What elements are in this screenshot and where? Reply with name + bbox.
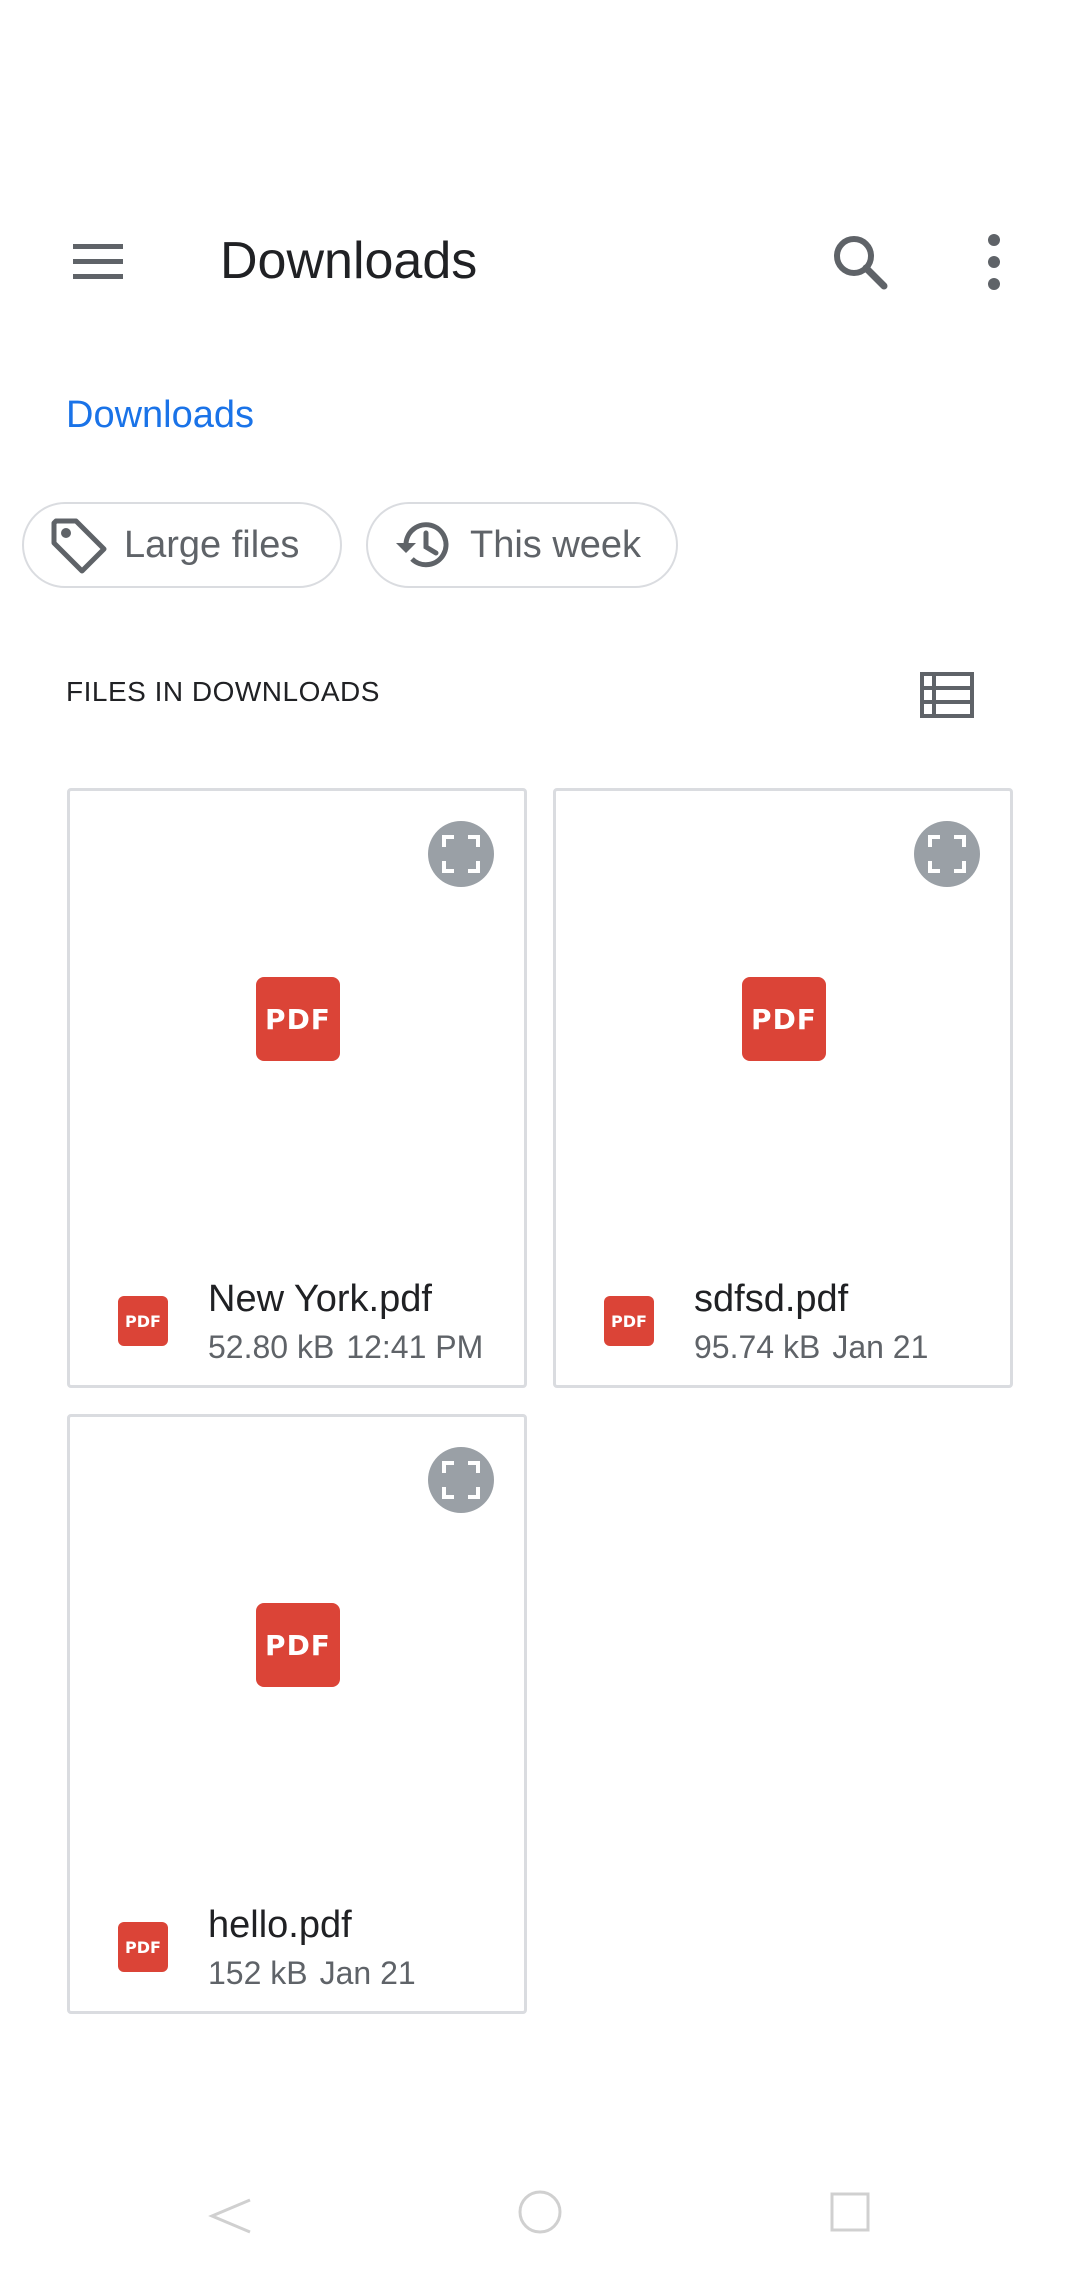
pdf-file-icon: PDF: [604, 1296, 654, 1346]
file-card[interactable]: PDF PDF hello.pdf 152 kB Jan 21: [67, 1414, 527, 2014]
menu-icon: [73, 244, 123, 279]
list-view-toggle[interactable]: [912, 660, 982, 730]
file-date: Jan 21: [832, 1329, 929, 1365]
search-button[interactable]: [820, 222, 900, 302]
chip-this-week[interactable]: This week: [366, 502, 678, 588]
file-size: 152 kB: [208, 1955, 308, 1991]
chip-large-files[interactable]: Large files: [22, 502, 342, 588]
history-icon: [396, 522, 449, 568]
pdf-file-icon: PDF: [118, 1296, 168, 1346]
more-vert-icon: [988, 234, 1000, 290]
file-meta: 52.80 kB 12:41 PM: [208, 1327, 483, 1367]
pdf-preview-icon: PDF: [256, 977, 340, 1061]
nav-recents-button[interactable]: [820, 2190, 880, 2240]
list-view-icon: [920, 672, 974, 718]
file-date: Jan 21: [319, 1955, 416, 1991]
expand-icon[interactable]: [428, 1447, 494, 1513]
file-name: New York.pdf: [208, 1278, 432, 1320]
menu-button[interactable]: [58, 222, 138, 302]
expand-icon[interactable]: [914, 821, 980, 887]
file-name: sdfsd.pdf: [694, 1278, 849, 1320]
expand-icon[interactable]: [428, 821, 494, 887]
file-card[interactable]: PDF PDF New York.pdf 52.80 kB 12:41 PM: [67, 788, 527, 1388]
nav-back-button[interactable]: [200, 2190, 260, 2240]
pdf-preview-icon: PDF: [256, 1603, 340, 1687]
file-name: hello.pdf: [208, 1904, 352, 1946]
nav-home-button[interactable]: [510, 2190, 570, 2240]
breadcrumb[interactable]: Downloads: [66, 390, 254, 440]
section-title: FILES IN DOWNLOADS: [66, 676, 380, 707]
tag-icon: [51, 518, 107, 574]
file-meta: 95.74 kB Jan 21: [694, 1327, 928, 1367]
home-icon: [518, 2190, 562, 2234]
file-size: 95.74 kB: [694, 1329, 821, 1365]
page-title: Downloads: [220, 232, 478, 290]
search-icon: [834, 236, 888, 290]
recents-icon: [830, 2192, 870, 2232]
pdf-file-icon: PDF: [118, 1922, 168, 1972]
chip-label: Large files: [124, 523, 300, 566]
file-date: 12:41 PM: [346, 1329, 484, 1365]
file-meta: 152 kB Jan 21: [208, 1953, 416, 1993]
file-size: 52.80 kB: [208, 1329, 335, 1365]
more-options-button[interactable]: [950, 222, 1030, 302]
chip-label: This week: [470, 523, 642, 566]
file-card[interactable]: PDF PDF sdfsd.pdf 95.74 kB Jan 21: [553, 788, 1013, 1388]
back-icon: [208, 2198, 251, 2234]
pdf-preview-icon: PDF: [742, 977, 826, 1061]
